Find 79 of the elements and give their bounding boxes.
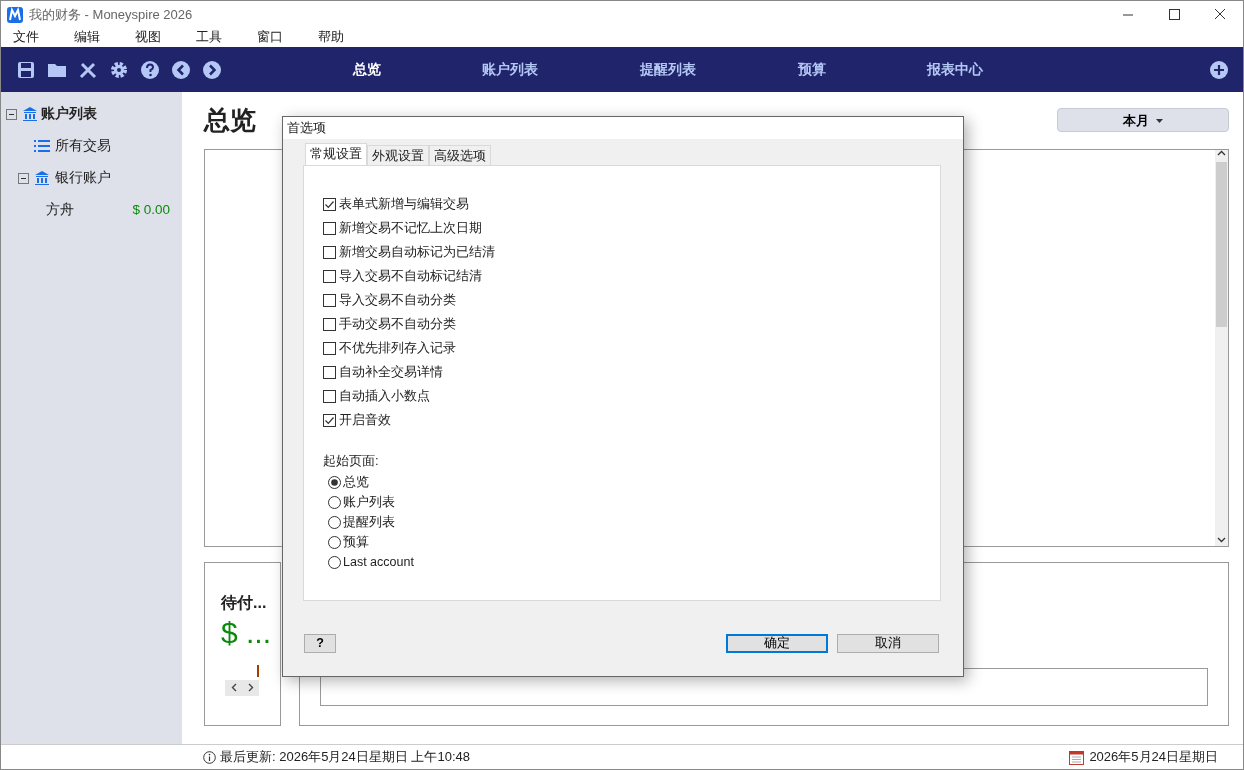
calendar-icon (1069, 749, 1085, 765)
checkbox-label: 不优先排列存入记录 (339, 339, 456, 358)
pending-amount: $ ... (221, 614, 273, 651)
dialog-title: 首选项 (283, 117, 963, 139)
checkbox-label: 手动交易不自动分类 (339, 315, 456, 334)
radio-label: Last account (343, 553, 414, 571)
radio-label: 总览 (343, 473, 369, 491)
radio-group-label: 起始页面: (323, 452, 380, 471)
collapse-icon[interactable] (6, 108, 17, 120)
checkbox[interactable] (323, 413, 336, 427)
checkbox[interactable] (323, 245, 336, 259)
nav-tab[interactable]: 提醒列表 (634, 59, 702, 80)
checkbox-label: 新增交易自动标记为已结清 (339, 243, 495, 262)
caret-icon (1156, 119, 1164, 124)
radio-button[interactable] (328, 475, 341, 489)
account-balance: $ 0.00 (132, 200, 170, 219)
dialog-button[interactable]: 取消 (837, 634, 939, 653)
checkbox[interactable] (323, 293, 336, 307)
dialog-tab[interactable]: 外观设置 (367, 145, 429, 165)
menu-item[interactable]: 编辑 (62, 28, 113, 47)
menu-item[interactable]: 文件 (1, 28, 52, 47)
help-icon[interactable] (139, 58, 161, 81)
nav-tab[interactable]: 预算 (791, 59, 832, 80)
app-logo-icon (7, 6, 23, 23)
checkbox-label: 导入交易不自动分类 (339, 291, 456, 310)
last-updated: 最后更新: 2026年5月24日星期日 上午10:48 (220, 748, 470, 767)
checkbox[interactable] (323, 197, 336, 211)
checkbox-label: 表单式新增与编辑交易 (339, 195, 469, 214)
nav-tab[interactable]: 总览 (346, 59, 387, 80)
cursor-mark (257, 664, 259, 677)
card-title: 待付... (221, 592, 268, 613)
add-icon[interactable] (1209, 59, 1229, 80)
pager-arrows[interactable] (225, 679, 259, 696)
checkbox-label: 导入交易不自动标记结清 (339, 267, 482, 286)
radio-button[interactable] (328, 535, 341, 549)
nav-tab[interactable]: 报表中心 (921, 59, 990, 80)
tree-item[interactable]: 账户列表 (41, 103, 97, 125)
dialog-tab[interactable]: 常规设置 (305, 143, 367, 165)
checkbox[interactable] (323, 389, 336, 403)
checkbox[interactable] (323, 317, 336, 331)
help-button[interactable]: ? (304, 634, 336, 653)
menu-item[interactable]: 帮助 (306, 28, 357, 47)
checkbox[interactable] (323, 341, 336, 355)
checkbox[interactable] (323, 221, 336, 235)
page-title: 总览 (204, 104, 256, 136)
tree-item[interactable]: 方舟 (46, 199, 74, 221)
menu-item[interactable]: 工具 (184, 28, 235, 47)
radio-label: 预算 (343, 533, 369, 551)
radio-button[interactable] (328, 515, 341, 529)
checkbox-label: 开启音效 (339, 411, 391, 430)
radio-button[interactable] (328, 495, 341, 509)
menu-item[interactable]: 窗口 (245, 28, 296, 47)
radio-button[interactable] (328, 555, 341, 569)
checkbox[interactable] (323, 269, 336, 283)
radio-label: 账户列表 (343, 493, 395, 511)
scroll-down-icon[interactable] (1217, 536, 1226, 543)
list-icon (34, 139, 50, 153)
dialog-button[interactable]: 确定 (726, 634, 828, 653)
bank-icon (22, 106, 38, 122)
back-icon[interactable] (170, 58, 192, 81)
nav-tab[interactable]: 账户列表 (476, 59, 545, 80)
checkbox-label: 新增交易不记忆上次日期 (339, 219, 482, 238)
period-dropdown[interactable]: 本月 (1057, 108, 1229, 133)
scroll-up-icon[interactable] (1217, 149, 1226, 156)
checkbox-label: 自动补全交易详情 (339, 363, 443, 382)
window-title: 我的财务 - Moneyspire 2026 (29, 5, 193, 24)
info-icon (203, 750, 216, 764)
status-date: 2026年5月24日星期日 (1089, 748, 1218, 767)
menu-item[interactable]: 视图 (123, 28, 174, 47)
collapse-icon[interactable] (18, 172, 29, 184)
forward-icon[interactable] (201, 58, 223, 81)
checkbox[interactable] (323, 365, 336, 379)
bank-icon (34, 170, 50, 186)
tree-item[interactable]: 银行账户 (55, 167, 111, 189)
radio-label: 提醒列表 (343, 513, 395, 531)
scrollbar-thumb[interactable] (1216, 161, 1227, 327)
tree-item[interactable]: 所有交易 (55, 135, 111, 157)
checkbox-label: 自动插入小数点 (339, 387, 430, 406)
dialog-tab[interactable]: 高级选项 (429, 145, 491, 165)
